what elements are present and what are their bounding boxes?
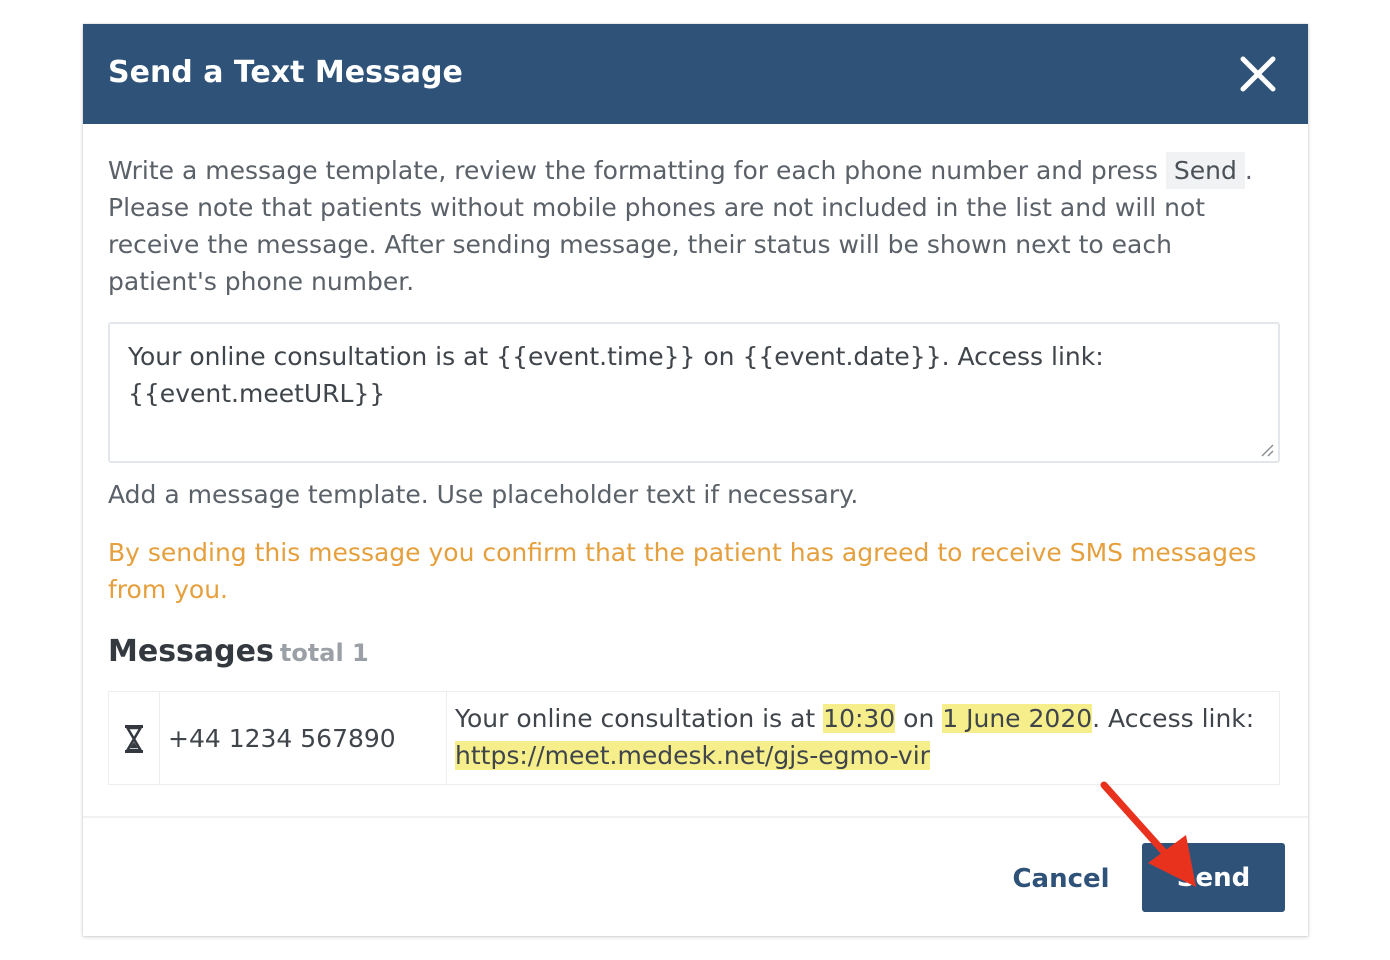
message-cell: Your online consultation is at 10:30 on … (447, 692, 1279, 784)
messages-total-count: total 1 (279, 639, 369, 667)
footer-divider (83, 816, 1308, 818)
message-part-2: on (895, 704, 943, 733)
instructions-text: Write a message template, review the for… (108, 152, 1288, 300)
consent-warning-text: By sending this message you confirm that… (108, 538, 1257, 604)
dialog-header: Send a Text Message (83, 24, 1308, 124)
phone-number: +44 1234 567890 (168, 724, 396, 753)
send-button[interactable]: Send (1142, 843, 1285, 912)
close-button[interactable] (1238, 54, 1278, 94)
template-help-text: Add a message template. Use placeholder … (108, 480, 859, 509)
close-icon (1240, 56, 1276, 92)
messages-heading: Messages total 1 (108, 634, 369, 669)
send-keyword-chip: Send (1165, 152, 1245, 189)
phone-cell: +44 1234 567890 (160, 692, 447, 784)
message-part-3: . Access link: (1092, 704, 1255, 733)
template-value[interactable]: Your online consultation is at {{event.t… (128, 338, 1248, 412)
message-date-highlight: 1 June 2020 (942, 704, 1093, 733)
resize-handle-icon[interactable] (1260, 443, 1274, 457)
status-cell (109, 692, 160, 784)
message-url-highlight: https://meet.medesk.net/gjs-egmo-vir (455, 741, 930, 770)
instructions-part-1: Write a message template, review the for… (108, 156, 1166, 185)
message-part-1: Your online consultation is at (455, 704, 824, 733)
messages-title: Messages (108, 634, 274, 669)
messages-table: +44 1234 567890 Your online consultation… (108, 691, 1280, 785)
message-preview: Your online consultation is at 10:30 on … (455, 700, 1275, 774)
message-template-textarea[interactable]: Your online consultation is at {{event.t… (108, 322, 1280, 463)
dialog-title: Send a Text Message (108, 55, 463, 90)
message-time-highlight: 10:30 (823, 704, 896, 733)
hourglass-icon (125, 725, 143, 753)
send-text-message-dialog: Send a Text Message Write a message temp… (83, 24, 1308, 936)
cancel-button[interactable]: Cancel (1001, 859, 1121, 899)
